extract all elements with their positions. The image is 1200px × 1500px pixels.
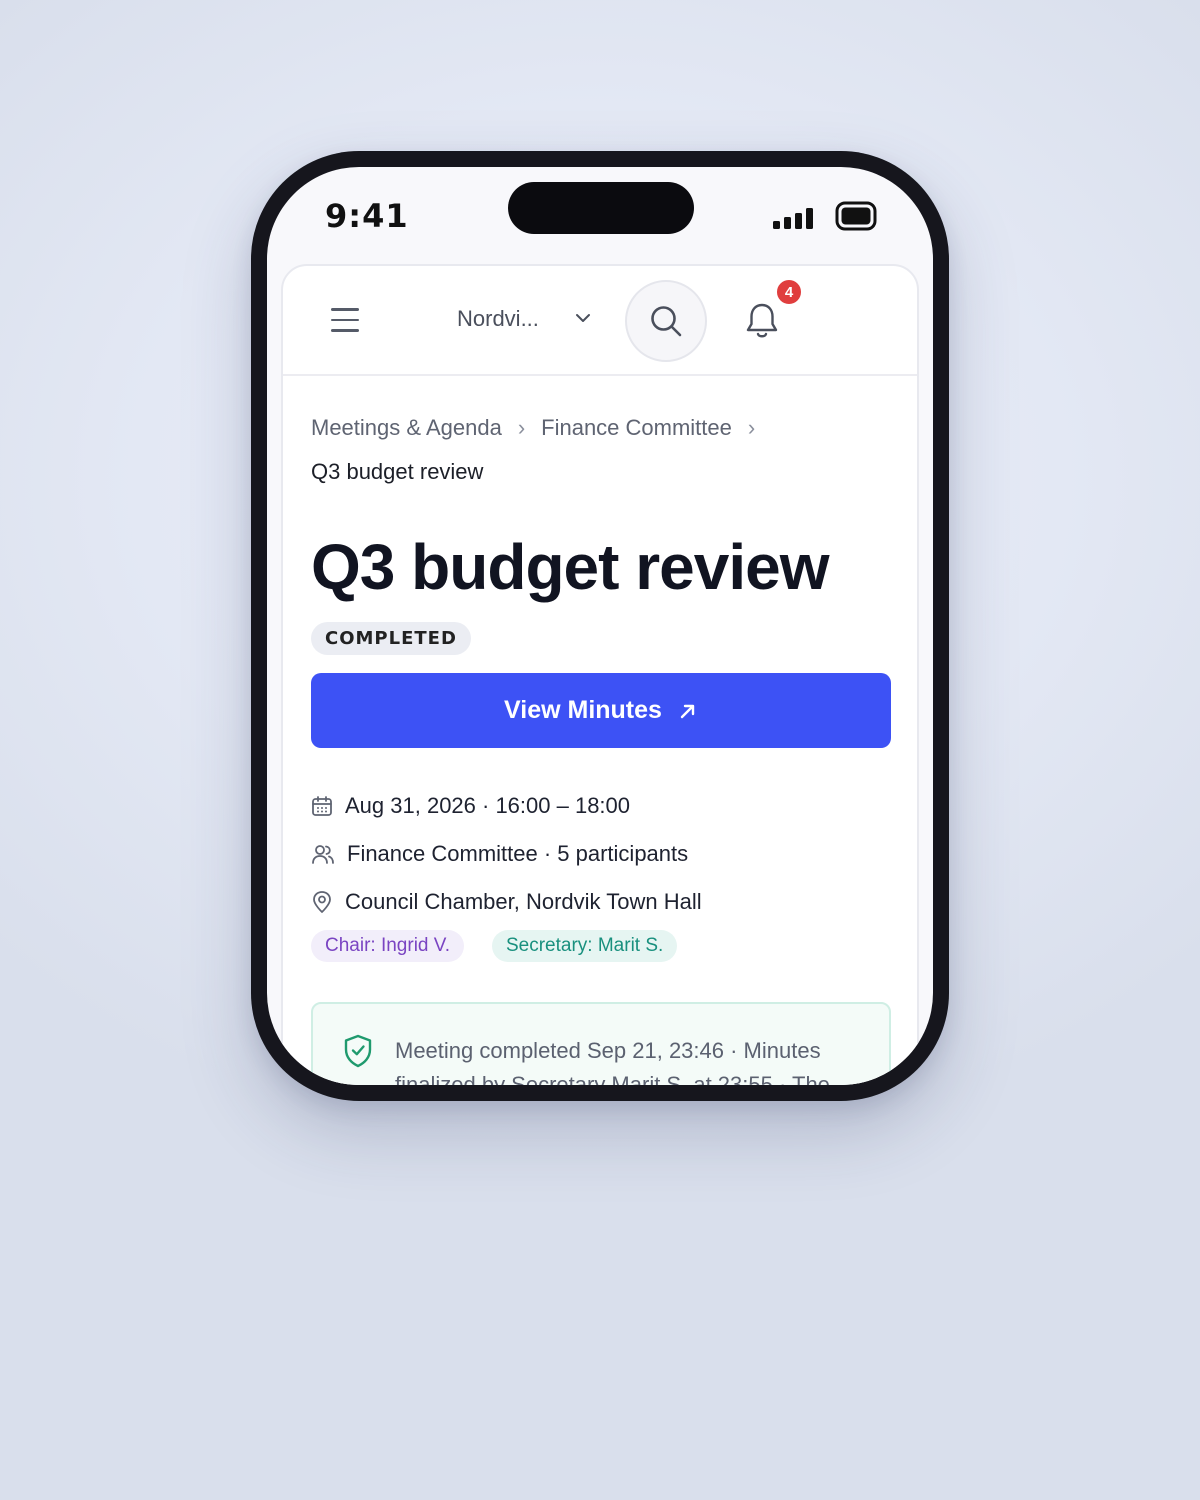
chevron-right-icon: › [747, 415, 756, 440]
page-title: Q3 budget review [311, 531, 829, 603]
app-card: Nordvi... 4 Meetings & Agenda › Finance … [281, 264, 919, 1085]
chevron-down-icon[interactable] [575, 312, 591, 324]
breadcrumb-meetings[interactable]: Meetings & Agenda [311, 415, 502, 440]
meeting-committee: Finance Committee · 5 participants [347, 841, 689, 866]
meeting-datetime: Aug 31, 2026 · 16:00 – 18:00 [345, 793, 631, 818]
meeting-location: Council Chamber, Nordvik Town Hall [345, 889, 702, 914]
status-time: 9:41 [325, 197, 409, 235]
meta-committee: Finance Committee · 5 participants [311, 830, 901, 878]
search-button[interactable] [625, 280, 707, 362]
completion-notice: Meeting completed Sep 21, 23:46 · Minute… [311, 1002, 891, 1085]
completion-notice-text: Meeting completed Sep 21, 23:46 · Minute… [395, 1038, 830, 1085]
breadcrumb: Meetings & Agenda › Finance Committee › Q3 … [311, 406, 901, 494]
chair-chip: Chair: Ingrid V. [311, 930, 464, 962]
meta-location: Council Chamber, Nordvik Town Hall [311, 878, 901, 926]
external-link-icon [680, 704, 695, 718]
calendar-icon [312, 796, 332, 816]
dynamic-island [508, 182, 694, 234]
menu-icon[interactable] [331, 308, 359, 332]
status-badge: COMPLETED [311, 622, 471, 655]
role-chips: Chair: Ingrid V. Secretary: Marit S. [311, 930, 901, 962]
view-minutes-label: View Minutes [504, 696, 662, 724]
map-pin-icon [313, 891, 331, 913]
shield-check-icon [344, 1034, 372, 1068]
meta-datetime: Aug 31, 2026 · 16:00 – 18:00 [311, 782, 901, 830]
organization-selector[interactable]: Nordvi... [457, 306, 539, 332]
phone-frame: 9:41 Nordvi... 4 Meetings & Agenda › Fin… [251, 151, 949, 1101]
users-icon [312, 845, 334, 864]
breadcrumb-finance-committee[interactable]: Finance Committee [541, 415, 732, 440]
phone-screen: 9:41 Nordvi... 4 Meetings & Agenda › Fin… [267, 167, 933, 1085]
search-icon [651, 306, 682, 337]
top-navigation-bar: Nordvi... 4 [283, 266, 917, 376]
meeting-meta: Aug 31, 2026 · 16:00 – 18:00 Finance Com… [311, 782, 901, 962]
chevron-right-icon: › [517, 415, 526, 440]
breadcrumb-current: Q3 budget review [311, 459, 484, 484]
bell-icon[interactable] [745, 302, 779, 340]
secretary-chip: Secretary: Marit S. [491, 930, 678, 962]
notification-badge: 4 [775, 278, 803, 306]
signal-icon [773, 208, 813, 229]
meeting-detail: Meetings & Agenda › Finance Committee › Q3 … [311, 376, 901, 1085]
view-minutes-button[interactable]: View Minutes [311, 673, 891, 748]
battery-icon [835, 201, 877, 231]
